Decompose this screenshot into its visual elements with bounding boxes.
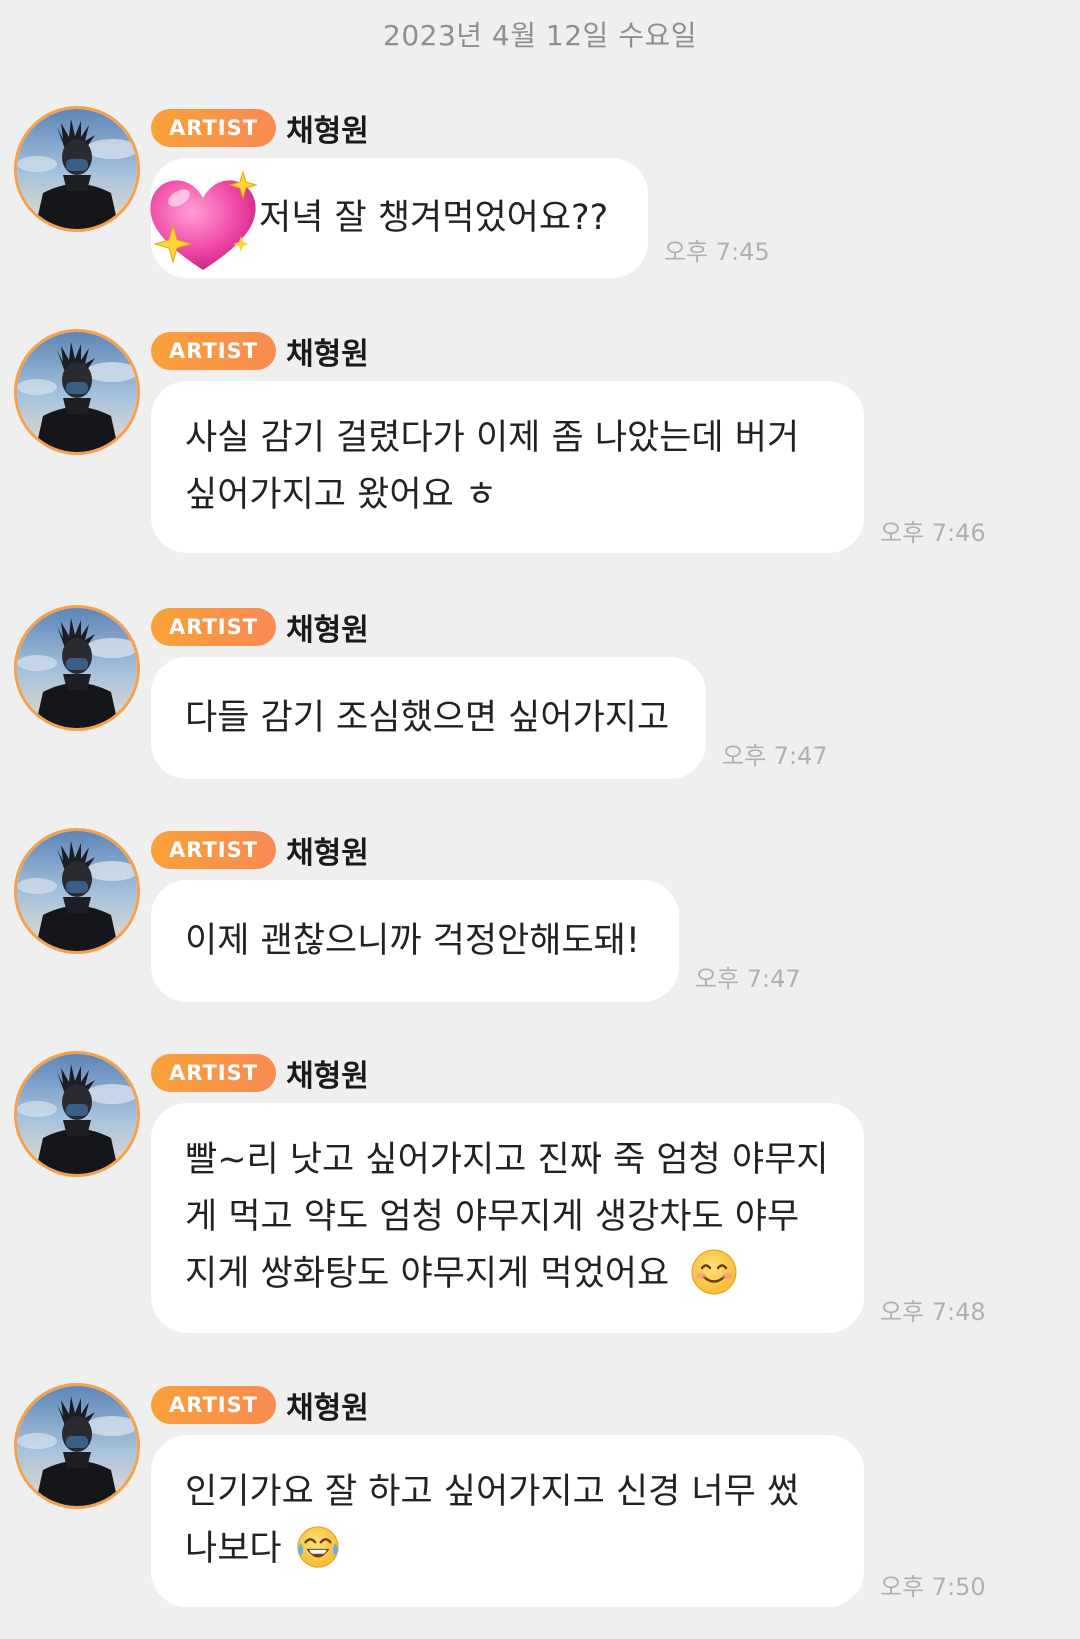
artist-badge: ARTIST (151, 1054, 277, 1092)
sender-name[interactable]: 채형원 (286, 106, 369, 150)
message-text-line: 싶어가지고 왔어요 ㅎ (185, 475, 498, 515)
artist-badge: ARTIST (151, 1386, 277, 1424)
sender-row: ARTIST 채형원 (151, 1383, 369, 1427)
sender-name[interactable]: 채형원 (286, 605, 369, 649)
sender-row: ARTIST 채형원 (151, 605, 369, 649)
avatar[interactable] (14, 1383, 140, 1509)
sender-name[interactable]: 채형원 (286, 1051, 369, 1095)
sender-name[interactable]: 채형원 (286, 828, 369, 872)
avatar[interactable] (14, 1051, 140, 1177)
message-bubble[interactable]: 사실 감기 걸렸다가 이제 좀 나았는데 버거 싶어가지고 왔어요 ㅎ (151, 381, 864, 553)
message-text-line: 사실 감기 걸렸다가 이제 좀 나았는데 버거 (185, 418, 800, 458)
tears-of-joy-icon (297, 1526, 339, 1568)
message-time: 오후 7:45 (664, 238, 770, 266)
message-time: 오후 7:48 (880, 1298, 986, 1326)
sender-row: ARTIST 채형원 (151, 106, 369, 150)
message-text: 다들 감기 조심했으면 싶어가지고 (185, 698, 670, 738)
message-text-line: 게 먹고 약도 엄청 야무지게 생강차도 야무 (185, 1197, 800, 1237)
sender-name[interactable]: 채형원 (286, 329, 369, 373)
message-time: 오후 7:50 (880, 1573, 986, 1601)
message-text: 이제 괜찮으니까 걱정안해도돼! (185, 921, 640, 961)
avatar[interactable] (14, 106, 140, 232)
avatar[interactable] (14, 605, 140, 731)
message-time: 오후 7:47 (722, 742, 828, 770)
avatar[interactable] (14, 828, 140, 954)
artist-badge: ARTIST (151, 332, 277, 370)
message-bubble[interactable]: 인기가요 잘 하고 싶어가지고 신경 너무 썼 나보다 (151, 1435, 864, 1607)
message-text: 나보다 (185, 1529, 282, 1569)
sender-row: ARTIST 채형원 (151, 329, 369, 373)
message-text-line: 지게 쌍화탕도 야무지게 먹었어요 (185, 1246, 830, 1303)
avatar[interactable] (14, 329, 140, 455)
message-text-line: 인기가요 잘 하고 싶어가지고 신경 너무 썼 (185, 1472, 800, 1512)
message-time: 오후 7:46 (880, 519, 986, 547)
sparkling-heart-icon (150, 170, 258, 270)
artist-badge: ARTIST (151, 109, 277, 147)
message-bubble[interactable]: 빨~리 낫고 싶어가지고 진짜 죽 엄청 야무지 게 먹고 약도 엄청 야무지게… (151, 1103, 864, 1333)
message-text-line: 나보다 (185, 1521, 830, 1578)
sender-row: ARTIST 채형원 (151, 828, 369, 872)
message-bubble[interactable]: 이제 괜찮으니까 걱정안해도돼! (151, 880, 679, 1002)
message-time: 오후 7:47 (695, 965, 801, 993)
message-bubble[interactable]: 저녁 잘 챙겨먹었어요?? (150, 158, 648, 278)
sender-row: ARTIST 채형원 (151, 1051, 369, 1095)
message-text: 저녁 잘 챙겨먹었어요?? (259, 198, 609, 238)
message-bubble[interactable]: 다들 감기 조심했으면 싶어가지고 (151, 657, 706, 779)
sender-name[interactable]: 채형원 (286, 1383, 369, 1427)
artist-badge: ARTIST (151, 831, 277, 869)
smiling-face-icon (691, 1249, 737, 1295)
date-header: 2023년 4월 12일 수요일 (383, 19, 697, 52)
artist-badge: ARTIST (151, 608, 277, 646)
message-text: 지게 쌍화탕도 야무지게 먹었어요 (185, 1254, 670, 1294)
message-text-line: 빨~리 낫고 싶어가지고 진짜 죽 엄청 야무지 (185, 1140, 829, 1180)
